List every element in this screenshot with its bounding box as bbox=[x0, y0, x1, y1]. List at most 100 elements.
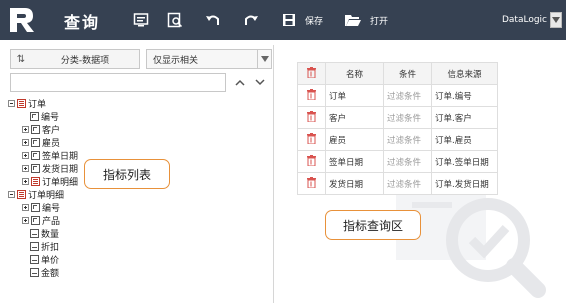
delete-cell[interactable] bbox=[297, 128, 326, 151]
tree-node[interactable]: 金额 bbox=[30, 266, 59, 279]
tree-node[interactable]: 编号 bbox=[22, 201, 60, 214]
table-icon bbox=[31, 177, 40, 186]
trash-icon[interactable] bbox=[307, 154, 316, 166]
measure-icon bbox=[30, 229, 39, 238]
row-condition-link[interactable]: 过滤条件 bbox=[383, 106, 432, 129]
row-condition-link[interactable]: 过滤条件 bbox=[383, 128, 432, 151]
row-name: 发货日期 bbox=[325, 172, 384, 195]
expand-icon[interactable] bbox=[22, 152, 29, 159]
row-source: 订单.发货日期 bbox=[431, 172, 498, 195]
table-row: 雇员 过滤条件 订单.雇员 bbox=[297, 128, 498, 151]
callout-indicator-list: 指标列表 bbox=[84, 159, 170, 189]
delete-cell[interactable] bbox=[297, 106, 326, 129]
tree-node[interactable]: 折扣 bbox=[30, 240, 59, 253]
trash-icon[interactable] bbox=[307, 88, 316, 100]
chevron-down-icon[interactable] bbox=[550, 12, 562, 28]
indicator-table: 名称 条件 信息来源 订单 过滤条件 订单.编号 客户 过滤条件 订单.客户 雇… bbox=[297, 62, 498, 195]
dimension-icon bbox=[31, 164, 40, 173]
delete-cell[interactable] bbox=[297, 150, 326, 173]
row-source: 订单.编号 bbox=[431, 84, 498, 107]
user-menu[interactable]: DataLogic bbox=[502, 12, 562, 28]
column-header-name: 名称 bbox=[325, 62, 384, 85]
collapse-icon[interactable] bbox=[8, 100, 15, 107]
folder-open-icon[interactable] bbox=[344, 11, 362, 29]
search-input[interactable] bbox=[10, 73, 226, 92]
save-button[interactable]: 保存 bbox=[305, 14, 323, 27]
delete-cell[interactable] bbox=[297, 84, 326, 107]
row-condition-link[interactable]: 过滤条件 bbox=[383, 150, 432, 173]
tree-node[interactable]: 单价 bbox=[30, 253, 59, 266]
expand-icon[interactable] bbox=[22, 204, 29, 211]
row-condition-link[interactable]: 过滤条件 bbox=[383, 172, 432, 195]
delete-all-cell[interactable] bbox=[297, 62, 326, 85]
measure-icon bbox=[30, 255, 39, 264]
dimension-icon bbox=[31, 151, 40, 160]
delete-cell[interactable] bbox=[297, 172, 326, 195]
row-name: 雇员 bbox=[325, 128, 384, 151]
row-condition-link[interactable]: 过滤条件 bbox=[383, 84, 432, 107]
trash-icon[interactable] bbox=[307, 110, 316, 122]
expand-icon[interactable] bbox=[22, 165, 29, 172]
tree-node[interactable]: 签单日期 bbox=[22, 149, 78, 162]
expand-icon[interactable] bbox=[22, 126, 29, 133]
dimension-icon bbox=[31, 125, 40, 134]
dimension-icon bbox=[31, 138, 40, 147]
app-title: 查询 bbox=[64, 13, 101, 32]
tree-node[interactable]: 订单 bbox=[8, 97, 46, 110]
column-header-condition: 条件 bbox=[383, 62, 432, 85]
tree-node[interactable]: 发货日期 bbox=[22, 162, 78, 175]
dimension-icon bbox=[31, 216, 40, 225]
row-source: 订单.客户 bbox=[431, 106, 498, 129]
save-icon[interactable] bbox=[280, 11, 298, 29]
expand-icon[interactable] bbox=[22, 139, 29, 146]
monitor-icon[interactable] bbox=[132, 11, 150, 29]
sort-icon: ⇅ bbox=[16, 53, 26, 65]
table-row: 订单 过滤条件 订单.编号 bbox=[297, 84, 498, 107]
trash-icon[interactable] bbox=[307, 66, 316, 78]
trash-icon[interactable] bbox=[307, 132, 316, 144]
measure-icon bbox=[30, 268, 39, 277]
expand-icon[interactable] bbox=[22, 217, 29, 224]
filter-value: 仅显示相关 bbox=[153, 55, 199, 66]
table-header-row: 名称 条件 信息来源 bbox=[297, 62, 498, 85]
redo-icon[interactable] bbox=[242, 11, 260, 29]
measure-icon bbox=[30, 242, 39, 251]
open-button[interactable]: 打开 bbox=[370, 14, 388, 27]
sort-button[interactable]: ⇅ 分类-数据项 bbox=[10, 49, 140, 69]
row-source: 订单.签单日期 bbox=[431, 150, 498, 173]
indicator-query-area: 名称 条件 信息来源 订单 过滤条件 订单.编号 客户 过滤条件 订单.客户 雇… bbox=[276, 45, 566, 303]
tree-node[interactable]: 订单明细 bbox=[22, 175, 78, 188]
callout-indicator-query: 指标查询区 bbox=[325, 210, 421, 240]
table-row: 发货日期 过滤条件 订单.发货日期 bbox=[297, 172, 498, 195]
chevron-down-icon[interactable] bbox=[250, 73, 270, 92]
undo-icon[interactable] bbox=[204, 11, 222, 29]
trash-icon[interactable] bbox=[307, 176, 316, 188]
tree-node[interactable]: 数量 bbox=[30, 227, 59, 240]
dimension-icon bbox=[31, 203, 40, 212]
tree-node[interactable]: 订单明细 bbox=[8, 188, 64, 201]
table-row: 签单日期 过滤条件 订单.签单日期 bbox=[297, 150, 498, 173]
tree-node[interactable]: 客户 bbox=[22, 123, 60, 136]
logo-icon bbox=[6, 6, 36, 34]
filter-select[interactable]: 仅显示相关 bbox=[146, 49, 272, 69]
tree-node[interactable]: 产品 bbox=[22, 214, 60, 227]
row-name: 客户 bbox=[325, 106, 384, 129]
sort-label: 分类-数据项 bbox=[60, 55, 110, 66]
column-header-source: 信息来源 bbox=[431, 62, 498, 85]
toolbar: 查询 保存 打开 DataLogic bbox=[0, 0, 566, 40]
chevron-down-icon[interactable] bbox=[257, 50, 271, 68]
row-name: 签单日期 bbox=[325, 150, 384, 173]
table-row: 客户 过滤条件 订单.客户 bbox=[297, 106, 498, 129]
row-name: 订单 bbox=[325, 84, 384, 107]
dimension-icon bbox=[30, 112, 39, 121]
chevron-up-icon[interactable] bbox=[230, 73, 250, 92]
user-name: DataLogic bbox=[501, 15, 547, 25]
tree-node[interactable]: 编号 bbox=[30, 110, 59, 123]
row-source: 订单.雇员 bbox=[431, 128, 498, 151]
expand-icon[interactable] bbox=[22, 178, 29, 185]
collapse-icon[interactable] bbox=[8, 191, 15, 198]
table-icon bbox=[17, 99, 26, 108]
search-doc-icon[interactable] bbox=[166, 11, 184, 29]
table-icon bbox=[17, 190, 26, 199]
tree-node[interactable]: 雇员 bbox=[22, 136, 60, 149]
